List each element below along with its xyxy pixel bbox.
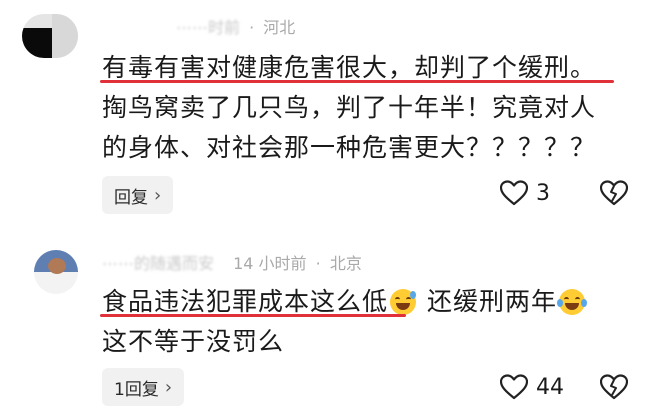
emoji-eye bbox=[395, 297, 401, 302]
meta-separator: · bbox=[315, 254, 321, 273]
location: 北京 bbox=[329, 254, 362, 273]
chevron-right-icon: › bbox=[164, 376, 173, 398]
avatar[interactable] bbox=[22, 14, 78, 58]
like-count: 44 bbox=[536, 374, 564, 400]
comment-meta: ⋯⋯的随遇而安 14 小时前 · 北京 bbox=[102, 250, 362, 274]
chevron-right-icon: › bbox=[154, 184, 162, 206]
avatar-image-part bbox=[22, 28, 52, 58]
reply-label: 回复 bbox=[114, 187, 148, 208]
avatar[interactable] bbox=[34, 250, 78, 294]
heart-outline-icon[interactable] bbox=[500, 374, 528, 400]
comment-meta: ⋯⋯时前 · 河北 bbox=[176, 14, 295, 38]
emoji-tear bbox=[556, 299, 563, 307]
like-group[interactable]: 44 bbox=[500, 374, 564, 400]
reply-button[interactable]: 回复 › bbox=[102, 176, 174, 214]
reply-label: 1回复 bbox=[114, 379, 159, 400]
emoji-sweat bbox=[410, 291, 417, 299]
broken-heart-icon[interactable] bbox=[600, 180, 628, 206]
comment-text-line: 掏鸟窝卖了几只鸟，判了十年半！究竟对人 bbox=[102, 93, 597, 122]
comment-text: 还缓刑两年 bbox=[426, 287, 557, 316]
heart-outline-icon[interactable] bbox=[500, 180, 528, 206]
comment-text-line: 的身体、对社会那一种危害更大？？？？？ bbox=[102, 133, 597, 162]
comment-text: 食品违法犯罪成本这么低 bbox=[102, 287, 389, 316]
location: 河北 bbox=[263, 18, 296, 37]
timestamp: 14 小时前 bbox=[233, 254, 307, 273]
crying-laughing-emoji bbox=[556, 289, 587, 315]
like-count: 3 bbox=[536, 180, 550, 206]
broken-heart-icon[interactable] bbox=[600, 374, 628, 400]
reply-button[interactable]: 1回复 › bbox=[102, 368, 185, 406]
emoji-mouth bbox=[396, 303, 411, 310]
emoji-mouth bbox=[564, 303, 579, 310]
comment-text-line: 这不等于没罚么 bbox=[102, 327, 285, 356]
meta-separator: · bbox=[249, 18, 255, 37]
red-underline bbox=[100, 80, 614, 83]
emoji-eye bbox=[563, 297, 569, 302]
avatar-image-part bbox=[52, 14, 78, 58]
comment-text-line: 食品违法犯罪成本这么低 还缓刑两年 bbox=[102, 282, 587, 318]
comment-text-line: 有毒有害对健康危害很大，却判了个缓刑。 bbox=[102, 53, 597, 82]
like-group[interactable]: 3 bbox=[500, 180, 550, 206]
emoji-eye bbox=[574, 297, 580, 302]
sweat-grin-emoji bbox=[390, 289, 417, 315]
avatar-image-part bbox=[48, 258, 66, 274]
red-underline bbox=[100, 314, 406, 317]
emoji-tear bbox=[580, 299, 587, 307]
username[interactable]: ⋯⋯的随遇而安 bbox=[102, 254, 214, 273]
username[interactable]: ⋯⋯时前 bbox=[176, 18, 240, 37]
